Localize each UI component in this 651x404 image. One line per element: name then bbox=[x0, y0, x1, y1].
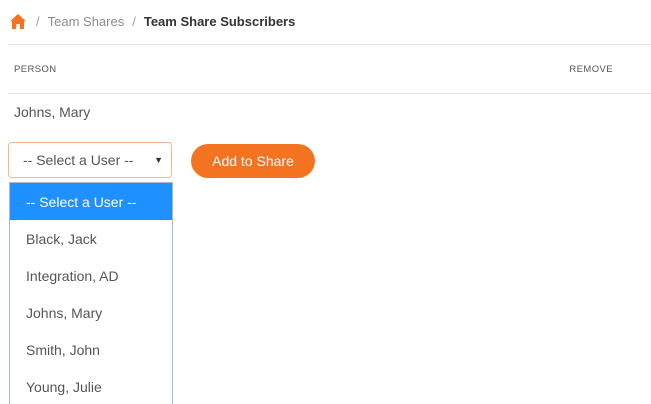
home-icon[interactable] bbox=[8, 11, 28, 31]
dropdown-option[interactable]: Young, Julie bbox=[10, 368, 172, 404]
dropdown-option[interactable]: Black, Jack bbox=[10, 220, 172, 257]
page-title: Team Share Subscribers bbox=[143, 13, 296, 29]
table-row: Johns, Mary bbox=[8, 94, 651, 130]
caret-down-icon: ▼ bbox=[154, 155, 163, 165]
dropdown-option[interactable]: Integration, AD bbox=[10, 257, 172, 294]
dropdown-option[interactable]: Smith, John bbox=[10, 331, 172, 368]
breadcrumb-team-shares[interactable]: Team Shares bbox=[48, 14, 125, 29]
dropdown-option[interactable]: Johns, Mary bbox=[10, 294, 172, 331]
dropdown-option[interactable]: -- Select a User -- bbox=[10, 183, 172, 220]
breadcrumb-separator: / bbox=[36, 13, 40, 29]
breadcrumb-separator: / bbox=[132, 13, 136, 29]
user-select-value: -- Select a User -- bbox=[23, 152, 134, 168]
user-dropdown-list: -- Select a User -- Black, Jack Integrat… bbox=[9, 182, 173, 404]
person-name: Johns, Mary bbox=[14, 104, 91, 120]
breadcrumb: / Team Shares / Team Share Subscribers bbox=[8, 9, 295, 33]
subscribers-table: PERSON REMOVE Johns, Mary bbox=[8, 44, 651, 130]
remove-column-header: REMOVE bbox=[569, 63, 613, 75]
person-column-header: PERSON bbox=[14, 63, 57, 75]
table-header: PERSON REMOVE bbox=[8, 44, 651, 94]
add-to-share-button[interactable]: Add to Share bbox=[191, 144, 315, 178]
user-select[interactable]: -- Select a User -- ▼ bbox=[8, 142, 172, 178]
